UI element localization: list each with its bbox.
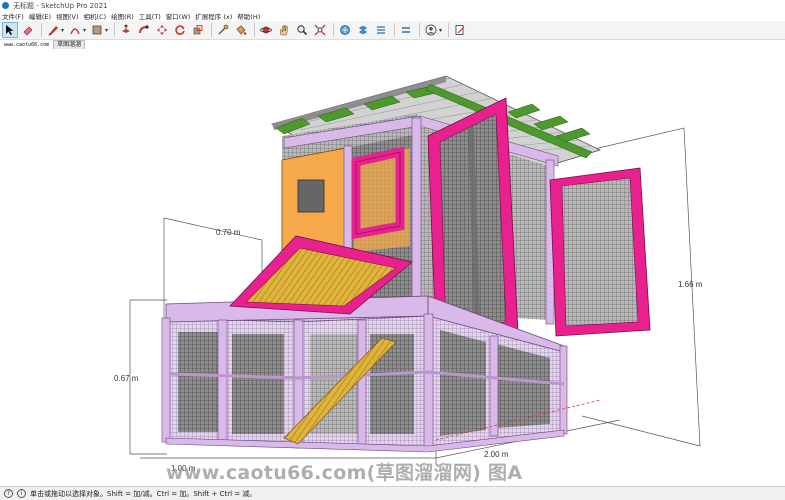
open-side-door[interactable] — [549, 167, 651, 337]
scale-tool-button[interactable] — [190, 22, 206, 38]
shape-tools-dropdown[interactable]: ▾ — [105, 27, 108, 34]
pan-tool-button[interactable] — [276, 22, 292, 38]
toolbar-separator — [114, 23, 116, 37]
arc-tools-dropdown[interactable]: ▾ — [83, 27, 86, 34]
toolbar-separator — [254, 23, 256, 37]
rotate-icon — [175, 25, 185, 35]
orbit-icon — [260, 26, 272, 34]
menu-extensions[interactable]: 扩展程序 (x) — [195, 11, 232, 21]
menu-file[interactable]: 文件(F) — [2, 11, 24, 21]
toolbar-separator — [419, 23, 421, 37]
magnifier-icon — [297, 25, 308, 36]
drawing-area[interactable]: 0.70 m 1.66 m 0.67 m 2.00 m 1.00 m — [0, 49, 785, 486]
line-tools-dropdown[interactable]: ▾ — [61, 27, 64, 34]
menu-edit[interactable]: 编辑(E) — [29, 11, 51, 21]
extension-icon — [359, 26, 368, 34]
dimension-label-height-lower: 0.67 m — [114, 374, 139, 383]
toolbar-separator — [394, 23, 396, 37]
eraser-icon — [23, 26, 33, 36]
zoom-extents-icon — [314, 24, 326, 36]
edit-document-icon — [455, 25, 465, 35]
scale-icon — [193, 25, 203, 35]
paint-bucket-tool-button[interactable] — [233, 22, 249, 38]
model-info-button[interactable] — [452, 22, 468, 38]
hand-icon — [279, 25, 288, 36]
toolbar-separator — [41, 23, 42, 37]
warehouse-icon — [340, 25, 350, 35]
toolbar-separator — [333, 23, 335, 37]
menu-camera[interactable]: 相机(C) — [84, 11, 107, 21]
account-dropdown[interactable]: ▾ — [439, 27, 442, 34]
extension-manager-icon — [402, 27, 411, 33]
toolbar-separator — [211, 23, 213, 37]
follow-me-icon — [139, 25, 149, 34]
side-window — [297, 179, 325, 213]
rotate-tool-button[interactable] — [172, 22, 188, 38]
menu-window[interactable]: 窗口(W) — [166, 11, 191, 21]
3d-warehouse-button[interactable] — [337, 22, 353, 38]
model-canvas[interactable]: 0.70 m 1.66 m 0.67 m 2.00 m 1.00 m — [0, 49, 785, 486]
menu-bar: 文件(F) 编辑(E) 视图(V) 相机(C) 绘图(R) 工具(T) 窗口(W… — [0, 11, 785, 21]
arc-tool-button[interactable] — [67, 22, 83, 38]
site-tag: www.caotu66.com — [4, 41, 50, 48]
follow-me-tool-button[interactable] — [136, 22, 152, 38]
toolbar-separator — [448, 23, 450, 37]
scene-tab[interactable]: 草图溜溜 — [53, 40, 86, 49]
scene-tabs-row: www.caotu66.com 草图溜溜 — [0, 40, 785, 49]
rectangle-icon — [92, 25, 102, 35]
eraser-tool-button[interactable] — [20, 22, 36, 38]
dimension-label-height: 1.66 m — [678, 280, 703, 289]
tape-measure-icon — [218, 24, 229, 35]
push-pull-tool-button[interactable] — [118, 22, 134, 38]
paint-bucket-icon — [236, 25, 247, 35]
window-title: 无标题 - SketchUp Pro 2021 — [13, 1, 108, 10]
status-text: 单击或拖动以选择对象。Shift = 加/减。Ctrl = 加。Shift + … — [30, 489, 257, 498]
arc-icon — [70, 28, 80, 35]
line-tool-button[interactable] — [45, 22, 61, 38]
send-to-layout-button[interactable] — [373, 22, 389, 38]
move-arrows-icon — [157, 25, 168, 35]
zoom-tool-button[interactable] — [294, 22, 310, 38]
sketchup-logo-icon — [2, 2, 9, 9]
status-bar: ? i 单击或拖动以选择对象。Shift = 加/减。Ctrl = 加。Shif… — [0, 486, 785, 500]
menu-help[interactable]: 帮助(H) — [237, 11, 260, 21]
help-icon[interactable]: ? — [4, 489, 13, 498]
orbit-tool-button[interactable] — [258, 22, 274, 38]
arrow-cursor-icon — [6, 25, 14, 35]
extension-warehouse-button[interactable] — [355, 22, 371, 38]
dimension-label-width-top: 0.70 m — [216, 228, 241, 237]
extension-manager-button[interactable] — [398, 22, 414, 38]
user-icon — [425, 24, 437, 36]
zoom-extents-tool-button[interactable] — [312, 22, 328, 38]
main-toolbar: ▾ ▾ ▾ ▾ — [0, 21, 785, 40]
tape-measure-tool-button[interactable] — [215, 22, 231, 38]
rectangle-tool-button[interactable] — [89, 22, 105, 38]
watermark: www.caotu66.com(草图溜溜网) 图A — [166, 462, 523, 484]
move-tool-button[interactable] — [154, 22, 170, 38]
menu-draw[interactable]: 绘图(R) — [111, 11, 134, 21]
select-tool-button[interactable] — [2, 22, 18, 38]
push-pull-icon — [122, 24, 131, 33]
pencil-icon — [48, 26, 58, 36]
account-button[interactable] — [423, 22, 439, 38]
menu-tools[interactable]: 工具(T) — [139, 11, 161, 21]
title-bar: 无标题 - SketchUp Pro 2021 — [0, 0, 785, 11]
menu-view[interactable]: 视图(V) — [56, 11, 79, 21]
info-icon[interactable]: i — [17, 489, 26, 498]
layout-icon — [377, 26, 386, 34]
